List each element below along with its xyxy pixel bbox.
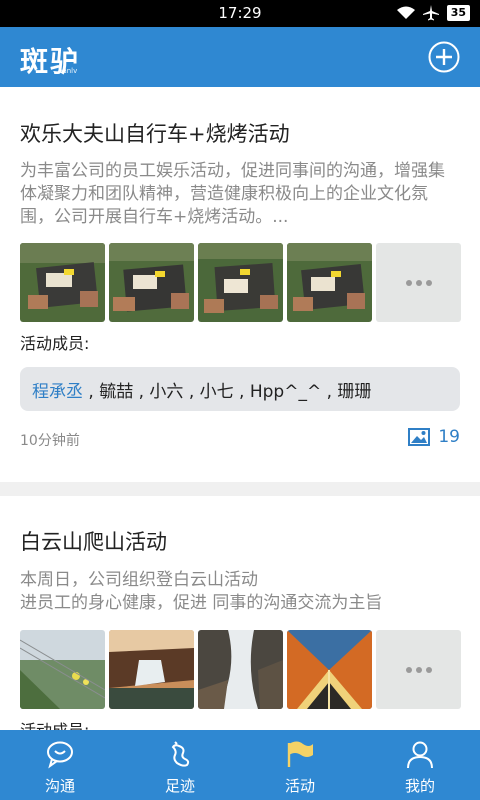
tab-label: 我的 [404, 777, 435, 795]
tab-activity[interactable]: 活动 [240, 730, 360, 800]
photo-strip [20, 243, 461, 322]
tab-label: 足迹 [164, 777, 195, 795]
members-label: 活动成员: [20, 334, 90, 353]
flag-icon [287, 741, 313, 767]
activity-card[interactable]: 白云山爬山活动 本周日，公司组织登白云山活动 进员工的身心健康，促进 同事的沟通… [0, 496, 480, 730]
activity-description: 为丰富公司的员工娱乐活动，促进同事间的沟通，增强集体凝聚力和团队精神，营造健康积… [20, 161, 445, 227]
activity-photo[interactable] [109, 630, 194, 709]
activity-photo[interactable] [198, 630, 283, 709]
app-logo-sub: banlv [58, 67, 78, 75]
activity-card[interactable]: 欢乐大夫山自行车+烧烤活动 为丰富公司的员工娱乐活动，促进同事间的沟通，增强集体… [0, 87, 480, 482]
photo-strip [20, 630, 461, 709]
add-activity-button[interactable] [428, 41, 460, 73]
activity-description: 本周日，公司组织登白云山活动 进员工的身心健康，促进 同事的沟通交流为主旨 [20, 570, 383, 613]
activity-photo[interactable] [287, 243, 372, 322]
chat-icon [47, 741, 73, 769]
footprint-icon [171, 741, 190, 767]
activity-photo[interactable] [198, 243, 283, 322]
bottom-tab-bar: 沟通 足迹 活动 我的 [0, 730, 480, 800]
photo-count[interactable]: 19 [408, 427, 460, 447]
tab-label: 沟通 [44, 777, 75, 795]
airplane-icon [422, 5, 439, 21]
members-list: 程承丞 , 毓喆 , 小六 , 小七 , Hpp^_^ , 珊珊 [20, 367, 460, 411]
tab-label: 活动 [284, 777, 315, 795]
members-label: 活动成员: [20, 717, 89, 730]
activity-photo[interactable] [109, 243, 194, 322]
member-names: , 毓喆 , 小六 , 小七 , Hpp^_^ , 珊珊 [83, 381, 372, 402]
activity-title: 欢乐大夫山自行车+烧烤活动 [20, 122, 290, 146]
tab-footprint[interactable]: 足迹 [120, 730, 240, 800]
time-ago: 10分钟前 [20, 433, 80, 449]
activity-photo[interactable] [20, 243, 105, 322]
more-photos-button[interactable] [376, 630, 461, 709]
activity-title: 白云山爬山活动 [20, 530, 167, 554]
wifi-icon [396, 6, 415, 19]
activity-photo[interactable] [287, 630, 372, 709]
tab-profile[interactable]: 我的 [360, 730, 480, 800]
more-photos-button[interactable] [376, 243, 461, 322]
activity-feed[interactable]: 欢乐大夫山自行车+烧烤活动 为丰富公司的员工娱乐活动，促进同事间的沟通，增强集体… [0, 87, 480, 730]
person-icon [407, 741, 433, 769]
image-icon [408, 428, 431, 446]
activity-photo[interactable] [20, 630, 105, 709]
tab-chat[interactable]: 沟通 [0, 730, 120, 800]
photo-count-value: 19 [438, 427, 460, 447]
status-bar: 17:29 35 [0, 0, 480, 27]
app-bar: 斑驴 banlv [0, 27, 480, 87]
battery-indicator: 35 [446, 5, 470, 21]
member-link[interactable]: 程承丞 [32, 377, 83, 402]
system-icons: 35 [396, 5, 470, 21]
